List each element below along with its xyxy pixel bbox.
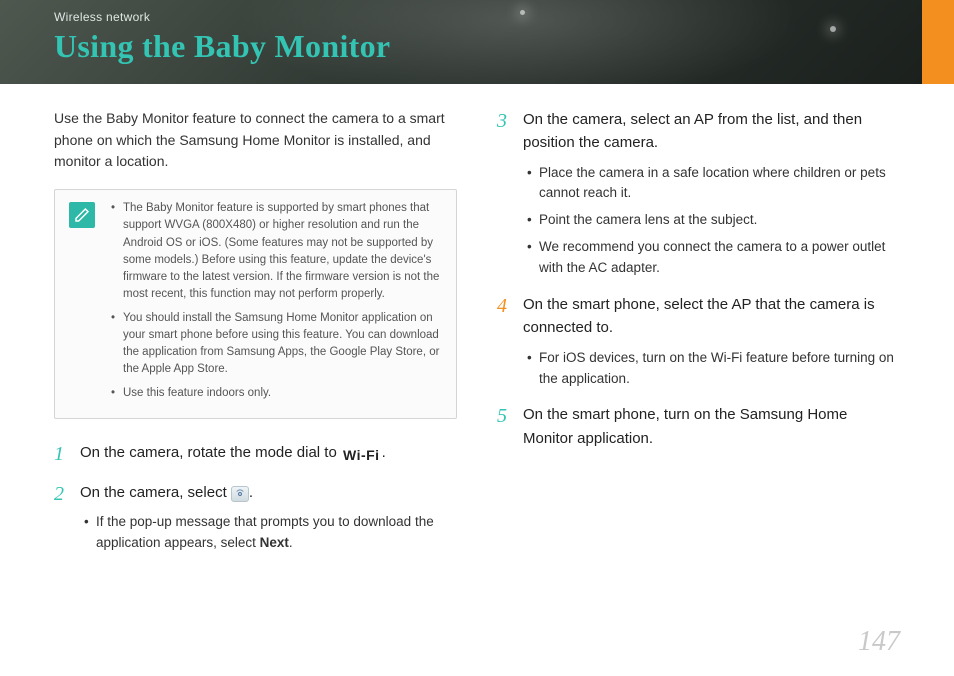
step-1: 1 On the camera, rotate the mode dial to… (54, 441, 457, 467)
step-number: 4 (497, 291, 507, 322)
step-2: 2 On the camera, select . If the pop-up … (54, 481, 457, 554)
step-text: On the smart phone, turn on the Samsung … (523, 406, 847, 446)
step-4: 4 On the smart phone, select the AP that… (497, 293, 900, 389)
step-4-sub: For iOS devices, turn on the Wi-Fi featu… (523, 348, 900, 390)
left-column: Use the Baby Monitor feature to connect … (54, 108, 457, 568)
step-text-end: . (382, 444, 386, 461)
note-item: You should install the Samsung Home Moni… (111, 310, 442, 379)
intro-text: Use the Baby Monitor feature to connect … (54, 108, 457, 173)
steps-left: 1 On the camera, rotate the mode dial to… (54, 441, 457, 554)
page-title: Using the Baby Monitor (54, 28, 390, 65)
step-2-sub: If the pop-up message that prompts you t… (80, 512, 457, 554)
step-number: 1 (54, 439, 64, 470)
step-3: 3 On the camera, select an AP from the l… (497, 108, 900, 279)
sub-item: Place the camera in a safe location wher… (527, 163, 900, 205)
step-number: 5 (497, 401, 507, 432)
chapter-tab (922, 0, 954, 84)
sub-item: For iOS devices, turn on the Wi-Fi featu… (527, 348, 900, 390)
step-text-end: . (249, 484, 253, 501)
sub-item: Point the camera lens at the subject. (527, 210, 900, 231)
baby-monitor-icon (231, 486, 249, 502)
note-list: The Baby Monitor feature is supported by… (111, 200, 442, 402)
breadcrumb: Wireless network (54, 10, 150, 24)
right-column: 3 On the camera, select an AP from the l… (497, 108, 900, 568)
note-box: The Baby Monitor feature is supported by… (54, 189, 457, 419)
page-header: Wireless network Using the Baby Monitor (0, 0, 954, 84)
wifi-icon: Wi-Fi (341, 445, 382, 467)
step-3-sub: Place the camera in a safe location wher… (523, 163, 900, 280)
sub-item: If the pop-up message that prompts you t… (84, 512, 457, 554)
step-text: On the camera, select (80, 484, 231, 501)
step-text: On the camera, rotate the mode dial to (80, 444, 341, 461)
step-5: 5 On the smart phone, turn on the Samsun… (497, 403, 900, 450)
note-item: The Baby Monitor feature is supported by… (111, 200, 442, 304)
note-item: Use this feature indoors only. (111, 385, 442, 402)
content-area: Use the Baby Monitor feature to connect … (0, 84, 954, 568)
page-number: 147 (858, 626, 900, 658)
step-text: On the camera, select an AP from the lis… (523, 111, 862, 151)
step-number: 2 (54, 479, 64, 510)
step-number: 3 (497, 106, 507, 137)
note-icon (69, 202, 95, 228)
step-text: On the smart phone, select the AP that t… (523, 296, 875, 336)
steps-right: 3 On the camera, select an AP from the l… (497, 108, 900, 450)
sub-item: We recommend you connect the camera to a… (527, 237, 900, 279)
